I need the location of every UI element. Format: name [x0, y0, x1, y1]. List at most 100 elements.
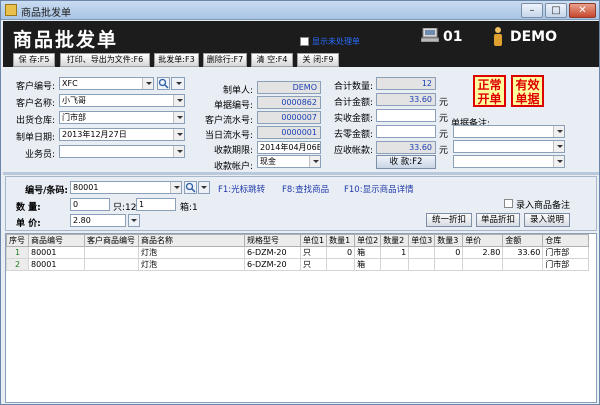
table-cell[interactable]: 80001 [28, 258, 85, 271]
chevron-down-icon[interactable] [173, 146, 184, 157]
chevron-down-icon[interactable] [170, 182, 181, 193]
qty-input[interactable]: 0 [70, 198, 110, 211]
item-remark-checkbox[interactable] [504, 199, 513, 208]
column-header[interactable]: 客户商品编号 [84, 234, 139, 247]
due-date-field[interactable]: 2014年04月06E [257, 141, 321, 154]
price-input[interactable]: 2.80 [70, 214, 126, 227]
rounding-label: 去零金额: [333, 130, 373, 140]
table-cell[interactable]: 只 [299, 246, 328, 259]
table-cell[interactable]: 箱 [354, 246, 382, 259]
table-cell[interactable]: 2 [6, 258, 29, 271]
remark-select-3[interactable] [453, 155, 565, 168]
uniform-discount-button[interactable]: 统一折扣 [426, 213, 472, 227]
table-cell[interactable] [326, 258, 356, 271]
warehouse-select[interactable]: 门市部 [59, 111, 185, 124]
table-cell[interactable] [84, 258, 139, 271]
customer-code-field[interactable]: XFC [59, 77, 154, 90]
chevron-down-icon[interactable] [309, 156, 320, 167]
customer-name-field[interactable]: 小飞哥 [59, 94, 185, 107]
table-row[interactable]: 1 80001 灯泡 6-DZM-20 只 0 箱 1 0 2.80 33.60 门市部 [6, 246, 590, 259]
table-cell[interactable]: 门市部 [542, 246, 590, 259]
print-export-button[interactable]: 打印、导出为文件:F6 [60, 53, 150, 67]
maximize-button[interactable]: □ [545, 3, 567, 18]
collect-payment-button[interactable]: 收 款:F2 [376, 155, 436, 169]
chevron-down-icon[interactable] [173, 129, 184, 140]
table-cell[interactable]: 6-DZM-20 [244, 246, 301, 259]
search-item-button[interactable] [184, 181, 197, 194]
search-icon [185, 182, 196, 193]
chevron-down-icon[interactable] [173, 95, 184, 106]
column-header[interactable]: 金额 [502, 234, 544, 247]
table-cell[interactable]: 80001 [28, 246, 85, 259]
clear-button[interactable]: 清 空:F4 [251, 53, 293, 67]
table-cell[interactable]: 2.80 [462, 246, 504, 259]
table-cell[interactable]: 灯泡 [138, 246, 245, 259]
item-discount-button[interactable]: 单品折扣 [476, 213, 520, 227]
valid-document-button[interactable]: 有效单据 [511, 75, 544, 107]
box-qty-input[interactable]: 1 [136, 198, 176, 211]
account-select[interactable]: 现金 [257, 155, 321, 168]
table-cell[interactable]: 1 [380, 246, 410, 259]
column-header[interactable]: 单位1 [299, 234, 328, 247]
item-options-button[interactable] [198, 181, 210, 194]
table-cell[interactable] [380, 258, 410, 271]
code-input[interactable]: 80001 [70, 181, 182, 194]
table-cell[interactable]: 1 [6, 246, 29, 259]
price-options-button[interactable] [128, 214, 140, 227]
column-header[interactable]: 商品编号 [28, 234, 85, 247]
column-header[interactable]: 数量1 [326, 234, 356, 247]
table-cell[interactable]: 33.60 [502, 246, 544, 259]
chevron-down-icon[interactable] [553, 141, 564, 152]
close-form-button[interactable]: 关 闭:F9 [297, 53, 339, 67]
table-row[interactable]: 2 80001 灯泡 6-DZM-20 只 箱 门市部 [6, 258, 590, 271]
table-cell[interactable]: 箱 [354, 258, 382, 271]
cust-serial-field: 0000007 [257, 111, 321, 124]
warehouse-value: 门市部 [62, 113, 86, 122]
column-header[interactable]: 序号 [6, 234, 29, 247]
wholesale-button[interactable]: 批发单:F3 [154, 53, 199, 67]
chevron-down-icon[interactable] [173, 112, 184, 123]
table-cell[interactable] [502, 258, 544, 271]
date-field[interactable]: 2013年12月27日 [59, 128, 185, 141]
minimize-button[interactable]: – [521, 3, 543, 18]
normal-order-button[interactable]: 正常开单 [473, 75, 506, 107]
column-header[interactable]: 仓库 [542, 234, 590, 247]
column-header[interactable]: 规格型号 [244, 234, 301, 247]
received-input[interactable] [376, 109, 436, 122]
column-header[interactable]: 数量3 [434, 234, 464, 247]
current-user: DEMO [510, 29, 558, 45]
chevron-down-icon[interactable] [142, 78, 153, 89]
column-header[interactable]: 单位3 [408, 234, 436, 247]
close-button[interactable]: ✕ [569, 3, 596, 18]
save-button[interactable]: 保 存:F5 [13, 53, 55, 67]
table-cell[interactable] [408, 258, 436, 271]
column-header[interactable]: 商品名称 [138, 234, 245, 247]
table-cell[interactable] [408, 246, 436, 259]
delete-row-button[interactable]: 删除行:F7 [203, 53, 247, 67]
chevron-down-icon[interactable] [553, 156, 564, 167]
remark-select-2[interactable] [453, 140, 565, 153]
column-header[interactable]: 数量2 [380, 234, 410, 247]
search-customer-button[interactable] [157, 77, 170, 90]
chevron-down-icon[interactable] [553, 126, 564, 137]
column-header[interactable]: 单位2 [354, 234, 382, 247]
table-cell[interactable]: 0 [434, 246, 464, 259]
salesman-select[interactable] [59, 145, 185, 158]
table-cell[interactable]: 门市部 [542, 258, 590, 271]
show-pending-checkbox[interactable] [300, 37, 309, 46]
table-cell[interactable] [84, 246, 139, 259]
customer-options-button[interactable] [171, 77, 185, 90]
table-cell[interactable] [462, 258, 504, 271]
rounding-input[interactable] [376, 125, 436, 138]
items-table[interactable]: 序号 商品编号 客户商品编号 商品名称 规格型号 单位1 数量1 单位2 数量2 单位3 数量3 单价… [5, 233, 597, 403]
total-amount-label: 合计金额: [333, 98, 373, 108]
table-cell[interactable]: 只 [299, 258, 328, 271]
remark-select-1[interactable] [453, 125, 565, 138]
order-header-panel: 客户编号: XFC 客户名称: 小飞哥 出货仓库: 门市部 制单日期: 2013… [3, 69, 599, 172]
table-cell[interactable]: 灯泡 [138, 258, 245, 271]
table-cell[interactable]: 0 [326, 246, 356, 259]
table-cell[interactable]: 6-DZM-20 [244, 258, 301, 271]
column-header[interactable]: 单价 [462, 234, 504, 247]
entry-help-button[interactable]: 录入说明 [524, 213, 570, 227]
table-cell[interactable] [434, 258, 464, 271]
